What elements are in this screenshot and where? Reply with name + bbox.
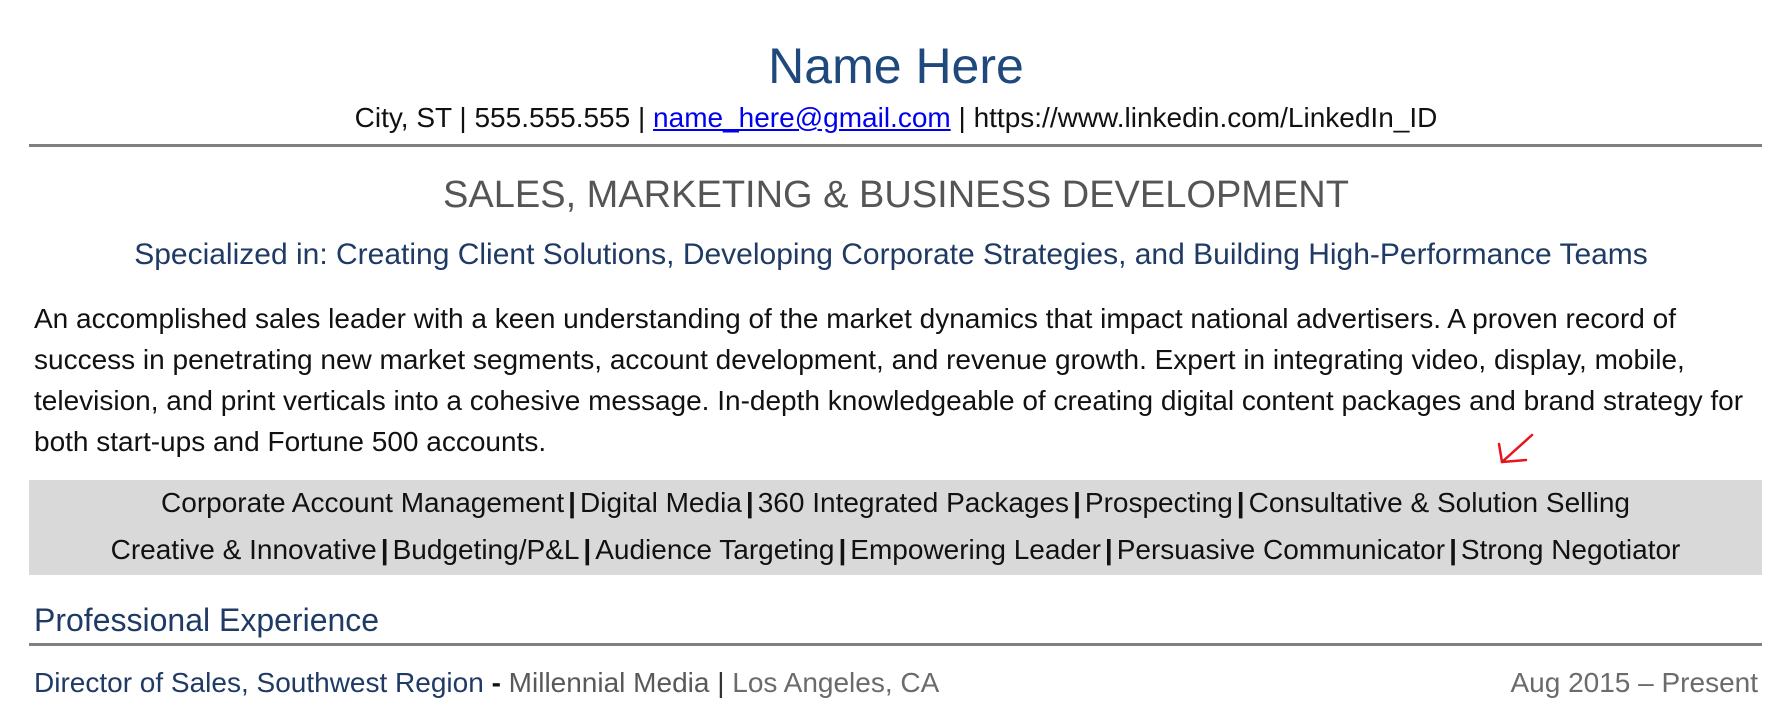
job-company: Millennial Media xyxy=(508,667,710,698)
skill-separator: | xyxy=(745,487,754,518)
job-location: Los Angeles, CA xyxy=(732,667,940,698)
contact-location: City, ST xyxy=(354,102,452,133)
job-title: Director of Sales, Southwest Region xyxy=(34,667,484,698)
skill-separator: | xyxy=(1104,534,1113,565)
job-dates: Aug 2015 – Present xyxy=(1510,667,1758,698)
skill-item: Corporate Account Management xyxy=(161,487,565,518)
job-separator: | xyxy=(717,667,725,698)
header-divider xyxy=(29,144,1762,147)
skill-item: Persuasive Communicator xyxy=(1116,534,1446,565)
contact-separator: | xyxy=(637,102,646,133)
skill-separator: | xyxy=(838,534,847,565)
linkedin-url: https://www.linkedin.com/LinkedIn_ID xyxy=(973,102,1438,133)
skill-item: Creative & Innovative xyxy=(110,534,377,565)
section-title-experience: Professional Experience xyxy=(34,602,380,638)
contact-phone: 555.555.555 xyxy=(474,102,631,133)
specialization-line: Specialized in: Creating Client Solution… xyxy=(134,238,1648,271)
email-link[interactable]: name_here@gmail.com xyxy=(653,102,951,133)
section-divider xyxy=(29,643,1762,646)
skill-separator: | xyxy=(1236,487,1245,518)
candidate-name: Name Here xyxy=(768,38,1024,94)
skill-item: Audience Targeting xyxy=(595,534,835,565)
skill-separator: | xyxy=(568,487,577,518)
skill-item: Strong Negotiator xyxy=(1460,534,1681,565)
skills-row: Creative & Innovative | Budgeting/P&L | Audi… xyxy=(29,533,1762,567)
skill-separator: | xyxy=(583,534,592,565)
skill-separator: | xyxy=(1449,534,1457,565)
skill-item: Budgeting/P&L xyxy=(392,534,580,565)
skill-item: Empowering Leader xyxy=(850,534,1101,565)
skill-separator: | xyxy=(1073,487,1081,518)
skill-item: 360 Integrated Packages xyxy=(757,487,1070,518)
skill-item: Prospecting xyxy=(1084,487,1233,518)
skill-item: Consultative & Solution Selling xyxy=(1248,487,1630,518)
skill-item: Digital Media xyxy=(580,487,742,518)
contact-separator: | xyxy=(958,102,966,133)
contact-separator: | xyxy=(459,102,467,133)
skills-row: Corporate Account Management | Digital Med… xyxy=(29,486,1762,520)
job-heading: Director of Sales, Southwest Region - Mi… xyxy=(34,666,939,700)
headline: SALES, MARKETING & BUSINESS DEVELOPMENT xyxy=(443,174,1349,216)
skill-separator: | xyxy=(380,534,389,565)
contact-line: City, ST | 555.555.555 | name_here@gmail… xyxy=(0,101,1772,135)
red-arrow-annotation-icon xyxy=(1496,432,1536,468)
job-dash: - xyxy=(491,667,501,698)
skills-banner: Corporate Account Management | Digital Med… xyxy=(29,480,1762,575)
